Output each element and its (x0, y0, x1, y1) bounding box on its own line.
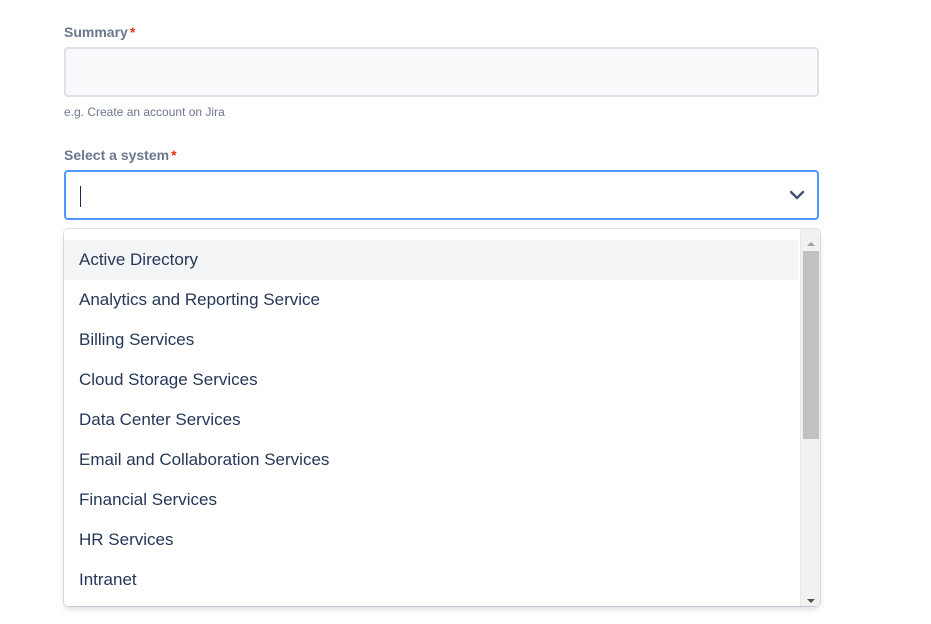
text-cursor (80, 186, 81, 207)
option-item[interactable]: Intranet (64, 560, 798, 600)
required-marker: * (171, 147, 177, 163)
option-item[interactable]: HR Services (64, 520, 798, 560)
option-item[interactable]: Data Center Services (64, 400, 798, 440)
system-select[interactable] (64, 170, 819, 220)
summary-input[interactable] (64, 47, 819, 97)
option-item[interactable]: Email and Collaboration Services (64, 440, 798, 480)
scrollbar-thumb[interactable] (803, 251, 819, 439)
option-item[interactable]: Billing Services (64, 320, 798, 360)
system-options-menu: Active Directory Analytics and Reporting … (64, 229, 820, 606)
scroll-down-arrow-icon[interactable] (806, 592, 816, 603)
option-item[interactable]: Financial Services (64, 480, 798, 520)
system-search-input[interactable] (78, 184, 758, 208)
required-marker: * (129, 24, 136, 40)
summary-helper-text: e.g. Create an account on Jira (64, 105, 225, 119)
options-list: Active Directory Analytics and Reporting … (64, 240, 798, 600)
summary-label: Summary * (64, 24, 135, 40)
option-item[interactable]: Cloud Storage Services (64, 360, 798, 400)
chevron-down-icon[interactable] (787, 185, 807, 205)
system-label-text: Select a system (64, 147, 170, 163)
summary-label-text: Summary (64, 24, 128, 40)
system-label: Select a system * (64, 147, 177, 163)
menu-scrollbar[interactable] (800, 229, 820, 606)
option-item[interactable]: Analytics and Reporting Service (64, 280, 798, 320)
scroll-up-arrow-icon[interactable] (806, 235, 816, 246)
option-item[interactable]: Active Directory (64, 240, 798, 280)
